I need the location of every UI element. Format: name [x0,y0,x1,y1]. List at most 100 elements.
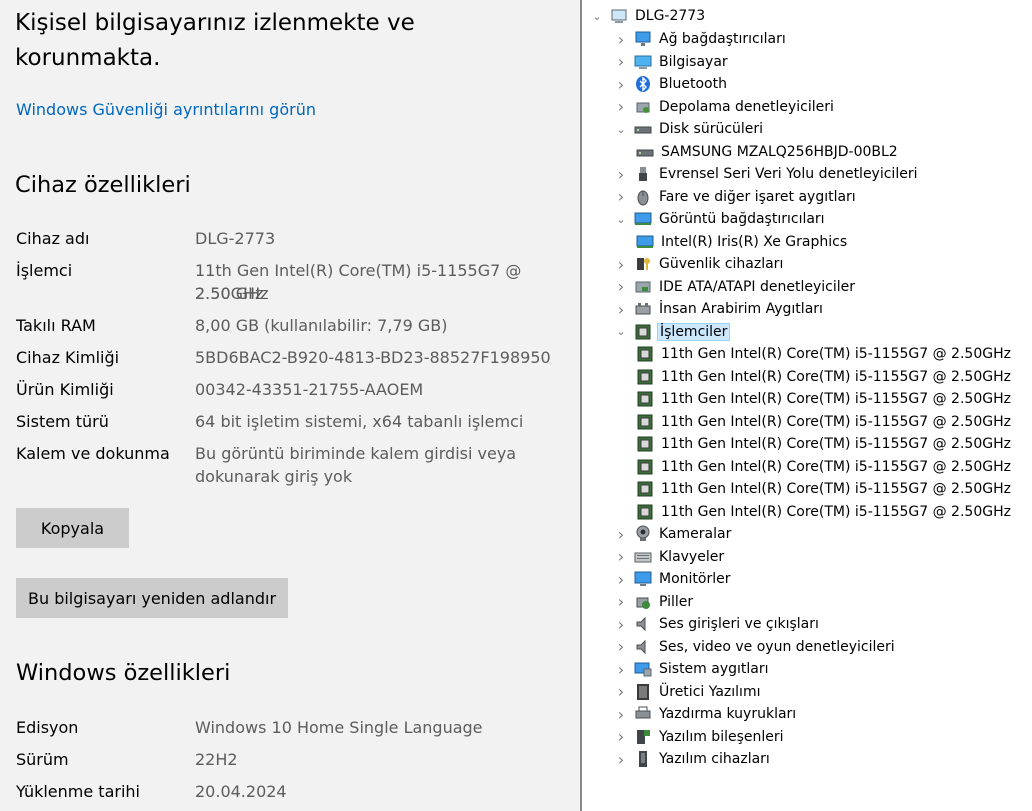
chevron-right-icon[interactable]: › [614,97,628,116]
system-device-icon [634,660,652,678]
processor-icon [636,390,654,408]
tree-category-item[interactable]: › Bluetooth [614,73,729,95]
tree-item-label: Yazılım cihazları [659,751,770,767]
tree-device-item[interactable]: SAMSUNG MZALQ256HBJD-00BL2 [636,141,900,163]
chevron-right-icon[interactable]: › [614,277,628,296]
chevron-down-icon[interactable]: ⌄ [614,212,628,226]
tree-category-item[interactable]: › Ses, video ve oyun denetleyicileri [614,636,897,658]
tree-item-label: İnsan Arabirim Aygıtları [659,301,823,317]
tree-category-item[interactable]: › Sistem aygıtları [614,658,771,680]
chevron-right-icon[interactable]: › [614,52,628,71]
tree-item-label: Depolama denetleyicileri [659,98,834,115]
chevron-right-icon[interactable]: › [614,592,628,611]
tree-category-item[interactable]: › Depolama denetleyicileri [614,96,836,118]
tree-item-label: Klavyeler [659,548,725,565]
chevron-right-icon[interactable]: › [614,750,628,769]
tree-item-label: Fare ve diğer işaret aygıtları [659,188,856,205]
tree-category-item[interactable]: › Güvenlik cihazları [614,253,785,275]
tree-item-label: Piller [659,593,694,610]
tree-category-item[interactable]: › İnsan Arabirim Aygıtları [614,298,825,320]
tree-device-item[interactable]: 11th Gen Intel(R) Core(TM) i5-1155G7 @ 2… [636,366,1013,388]
pen-touch-label: Kalem ve dokunma [16,444,170,463]
chevron-right-icon[interactable]: › [614,525,628,544]
tree-category-item[interactable]: › Üretici Yazılımı [614,681,762,703]
display-adapter-icon [636,233,654,251]
copy-button[interactable]: Kopyala [16,508,129,548]
about-page: Kişisel bilgisayarınız izlenmekte ve kor… [0,0,580,811]
tree-category-item[interactable]: › Yazılım cihazları [614,748,772,770]
speaker-icon [634,615,652,633]
tree-category-item[interactable]: › Bilgisayar [614,51,730,73]
pen-touch-value-line2: dokunarak giriş yok [195,467,353,486]
tree-category-item[interactable]: › Yazdırma kuyrukları [614,703,798,725]
tree-device-item[interactable]: 11th Gen Intel(R) Core(TM) i5-1155G7 @ 2… [636,478,1013,500]
tree-item-label: Üretici Yazılımı [659,683,761,700]
device-id-value: 5BD6BAC2-B920-4813-BD23-88527F198950 [195,348,551,367]
tree-category-item[interactable]: › Monitörler [614,568,732,590]
tree-item-label: Ses girişleri ve çıkışları [659,616,819,632]
chevron-right-icon[interactable]: › [614,300,628,319]
tree-device-item[interactable]: 11th Gen Intel(R) Core(TM) i5-1155G7 @ 2… [636,501,1013,523]
tree-device-item[interactable]: 11th Gen Intel(R) Core(TM) i5-1155G7 @ 2… [636,433,1013,455]
tree-category-item[interactable]: › Ağ bağdaştırıcıları [614,28,788,50]
chevron-right-icon[interactable]: › [614,615,628,634]
chevron-right-icon[interactable]: › [614,660,628,679]
tree-device-item[interactable]: 11th Gen Intel(R) Core(TM) i5-1155G7 @ 2… [636,456,1013,478]
tree-category-item[interactable]: › Piller [614,591,695,613]
tree-category-item[interactable]: › Ses girişleri ve çıkışları [614,613,821,635]
security-details-link[interactable]: Windows Güvenliği ayrıntılarını görün [16,100,316,119]
tree-item-label: 11th Gen Intel(R) Core(TM) i5-1155G7 @ 2… [661,413,1011,430]
chevron-right-icon[interactable]: › [614,637,628,656]
chevron-right-icon[interactable]: › [614,570,628,589]
monitor-icon [634,570,652,588]
tree-item-label: Sistem aygıtları [659,661,769,677]
tree-category-item[interactable]: › Evrensel Seri Veri Yolu denetleyicileri [614,163,919,185]
tree-device-item[interactable]: 11th Gen Intel(R) Core(TM) i5-1155G7 @ 2… [636,388,1013,410]
chevron-right-icon[interactable]: › [614,547,628,566]
computer-icon [634,53,652,71]
disk-drive-icon [636,143,654,161]
chevron-down-icon[interactable]: ⌄ [614,122,628,136]
tree-category-item[interactable]: › Yazılım bileşenleri [614,726,786,748]
chevron-right-icon[interactable]: › [614,165,628,184]
device-manager-tree[interactable]: ⌄ DLG-2773 › Ağ bağdaştırıcıları › Bilgisay… [582,0,1032,811]
tree-category-item[interactable]: ⌄ İşlemciler [614,321,731,343]
tree-category-item[interactable]: › IDE ATA/ATAPI denetleyiciler [614,276,857,298]
camera-icon [634,525,652,543]
disk-drive-icon [634,120,652,138]
tree-item-label: Görüntü bağdaştırıcıları [659,211,825,227]
processor-icon [636,413,654,431]
version-label: Sürüm [16,750,69,769]
chevron-right-icon[interactable]: › [614,727,628,746]
tree-device-item[interactable]: 11th Gen Intel(R) Core(TM) i5-1155G7 @ 2… [636,411,1013,433]
tree-item-label: Yazılım bileşenleri [659,728,784,745]
chevron-down-icon[interactable]: ⌄ [590,9,604,23]
tree-category-item[interactable]: › Klavyeler [614,546,726,568]
tree-root[interactable]: ⌄ DLG-2773 [590,5,707,27]
tree-item-label: Ağ bağdaştırıcıları [659,31,786,47]
tree-item-label: İşlemciler [657,322,731,341]
chevron-down-icon[interactable]: ⌄ [614,325,628,339]
tree-item-label: 11th Gen Intel(R) Core(TM) i5-1155G7 @ 2… [661,436,1011,452]
tree-category-item[interactable]: ⌄ Görüntü bağdaştırıcıları [614,208,827,230]
chevron-right-icon[interactable]: › [614,682,628,701]
chevron-right-icon[interactable]: › [614,30,628,49]
processor-icon [636,480,654,498]
chevron-right-icon[interactable]: › [614,705,628,724]
tree-category-item[interactable]: ⌄ Disk sürücüleri [614,118,765,140]
tree-category-item[interactable]: › Fare ve diğer işaret aygıtları [614,186,858,208]
chevron-right-icon[interactable]: › [614,255,628,274]
processor-label: İşlemci [16,261,73,280]
tree-category-item[interactable]: › Kameralar [614,523,733,545]
keyboard-icon [634,548,652,566]
processor-icon [636,345,654,363]
chevron-right-icon[interactable]: › [614,75,628,94]
tree-device-item[interactable]: Intel(R) Iris(R) Xe Graphics [636,231,849,253]
tree-item-label: 11th Gen Intel(R) Core(TM) i5-1155G7 @ 2… [661,481,1011,497]
chevron-right-icon[interactable]: › [614,187,628,206]
tree-device-item[interactable]: 11th Gen Intel(R) Core(TM) i5-1155G7 @ 2… [636,343,1013,365]
display-adapter-icon [634,210,652,228]
tree-item-label: 11th Gen Intel(R) Core(TM) i5-1155G7 @ 2… [661,368,1011,385]
tree-item-label: 11th Gen Intel(R) Core(TM) i5-1155G7 @ 2… [661,391,1011,407]
rename-pc-button[interactable]: Bu bilgisayarı yeniden adlandır [16,578,288,618]
